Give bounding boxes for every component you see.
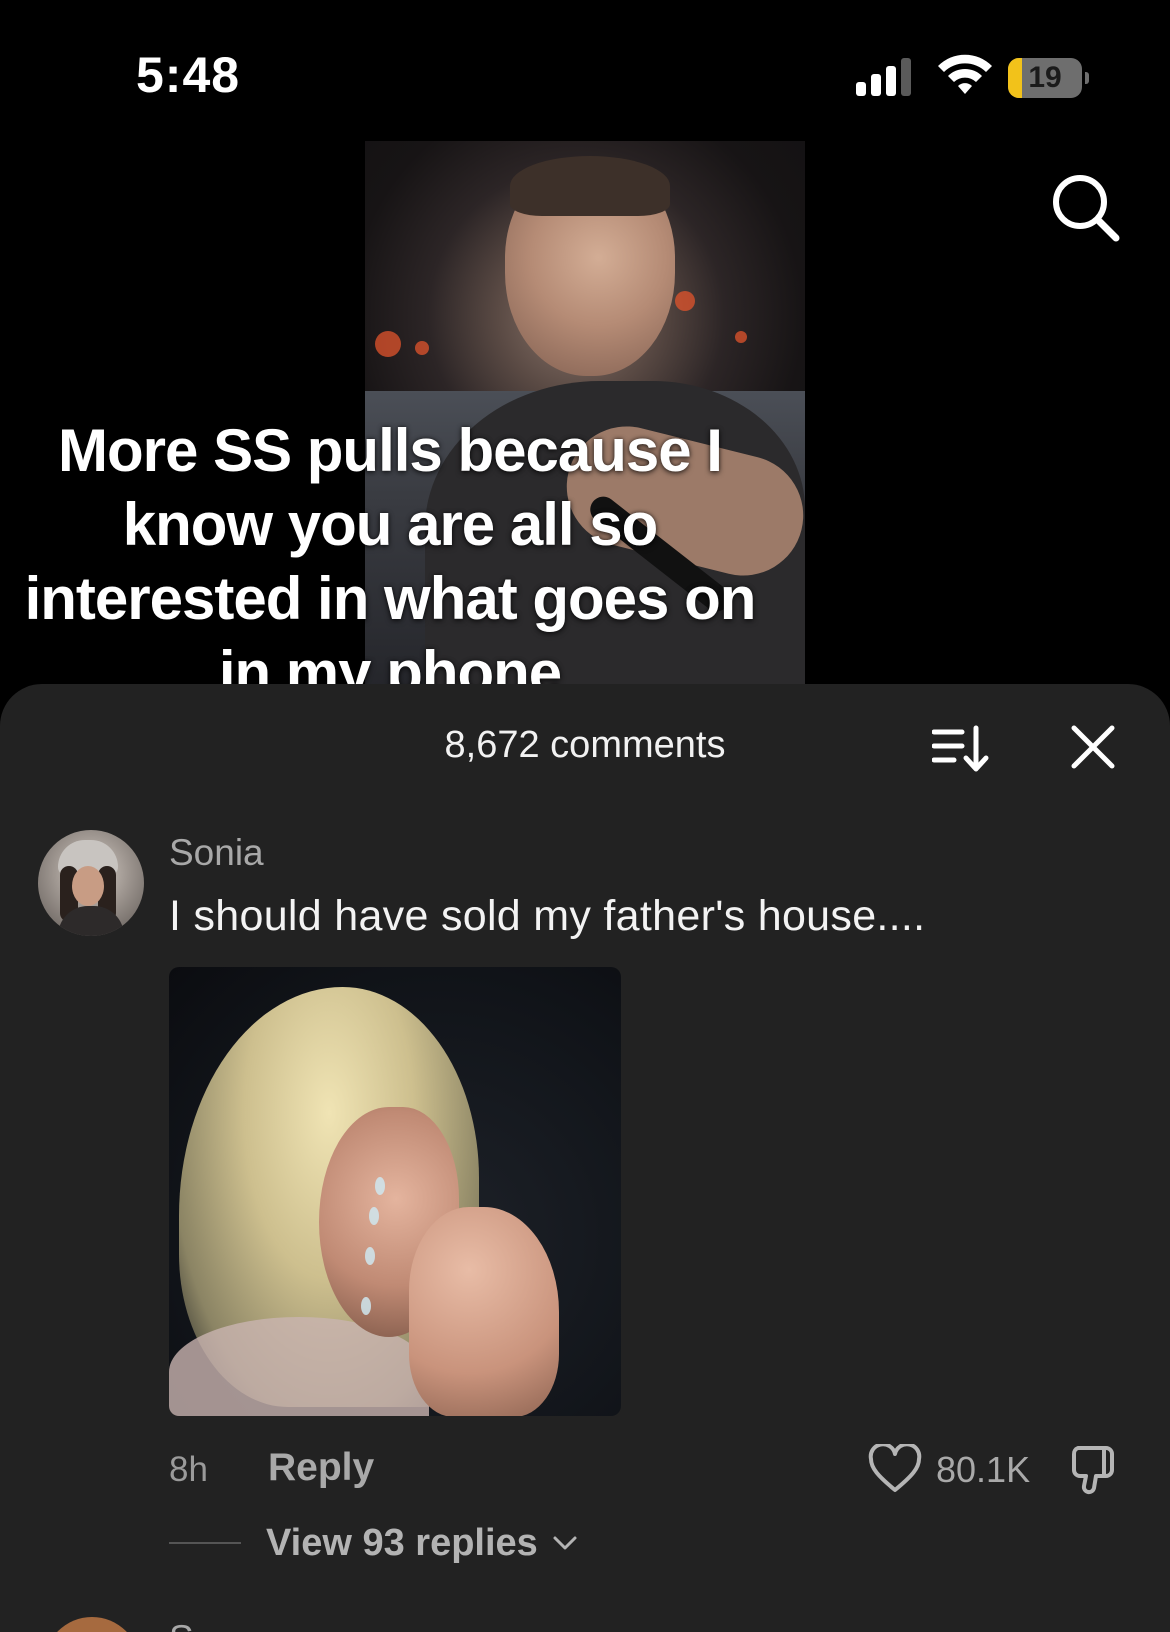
comments-count-title: 8,672 comments: [444, 724, 726, 766]
like-count: 80.1K: [936, 1449, 1031, 1490]
video-caption: More SS pulls because I know you are all…: [24, 417, 757, 706]
dislike-icon[interactable]: [1070, 1442, 1124, 1496]
sort-icon[interactable]: [932, 724, 990, 774]
comments-sheet: 8,672 comments Sonia I should have sold …: [0, 684, 1170, 1632]
chevron-down-icon[interactable]: [552, 1530, 578, 1556]
battery-level: 19: [1028, 61, 1062, 94]
wifi-icon: [938, 54, 992, 94]
comment-time: 8h: [169, 1450, 208, 1489]
next-comment-avatar[interactable]: [44, 1617, 140, 1632]
avatar[interactable]: [38, 830, 144, 936]
replies-divider: [169, 1542, 241, 1544]
comment-image[interactable]: [169, 967, 621, 1416]
heart-icon[interactable]: [868, 1444, 922, 1494]
search-icon[interactable]: [1048, 170, 1124, 246]
cellular-signal-icon: [856, 58, 911, 96]
close-icon[interactable]: [1070, 724, 1116, 770]
comment-username[interactable]: Sonia: [169, 832, 264, 874]
status-time: 5:48: [136, 47, 241, 103]
comment-text: I should have sold my father's house....: [169, 892, 926, 940]
view-replies-button[interactable]: View 93 replies: [266, 1522, 538, 1565]
next-comment-username[interactable]: S: [169, 1618, 194, 1632]
battery-icon: 19: [1008, 58, 1089, 98]
reply-button[interactable]: Reply: [268, 1446, 374, 1490]
